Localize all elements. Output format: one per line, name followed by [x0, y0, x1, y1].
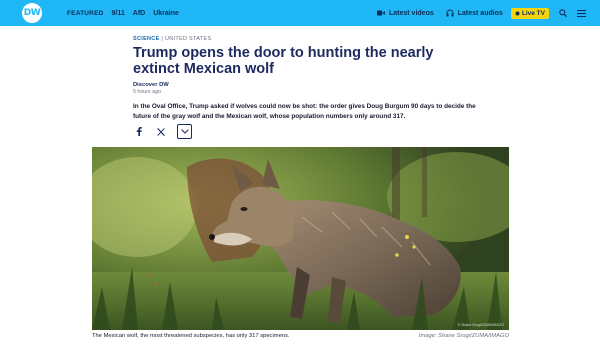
- share-x-button[interactable]: [155, 126, 167, 138]
- featured-label: FEATURED: [67, 9, 104, 17]
- article-timestamp: 5 hours ago: [133, 89, 161, 95]
- article-teaser: In the Oval Office, Trump asked if wolve…: [133, 103, 476, 120]
- featured-nav: FEATURED 9/11 AfD Ukraine: [67, 0, 179, 26]
- nav-link-ukraine[interactable]: Ukraine: [153, 10, 179, 17]
- menu-button[interactable]: [577, 9, 586, 17]
- nav-link-afd[interactable]: AfD: [133, 10, 145, 17]
- facebook-icon: [136, 127, 142, 136]
- hamburger-menu-icon: [577, 9, 586, 17]
- dw-logo[interactable]: DW: [22, 3, 42, 23]
- nav-link-9-11[interactable]: 9/11: [112, 10, 125, 17]
- logo-text: DW: [23, 8, 41, 18]
- article-headline: Trump opens the door to hunting the near…: [133, 45, 434, 77]
- x-icon: [157, 127, 165, 136]
- inline-image-credit: © Shane Srogi/ZUMA/IMAGO: [457, 323, 504, 327]
- live-tv-label: Live TV: [521, 9, 545, 17]
- category-link[interactable]: SCIENCE: [133, 36, 160, 42]
- share-more-button[interactable]: [177, 124, 192, 139]
- live-dot-icon: [515, 11, 520, 15]
- kicker: SCIENCE | UNITED STATES: [133, 36, 473, 42]
- live-tv-button[interactable]: Live TV: [510, 7, 549, 19]
- latest-audios-label: Latest audios: [457, 9, 503, 17]
- article-author[interactable]: Discover DW: [133, 82, 473, 88]
- wolf-illustration: [92, 147, 509, 330]
- search-button[interactable]: [559, 9, 567, 17]
- headphones-icon: [446, 9, 454, 17]
- nav-actions: Latest videos Latest audios Live TV: [365, 0, 586, 26]
- top-navigation-bar: DW FEATURED 9/11 AfD Ukraine Latest vide…: [0, 0, 600, 26]
- share-bar: [133, 124, 192, 139]
- image-caption-row: The Mexican wolf, the most threatened su…: [92, 333, 509, 339]
- latest-audios-link[interactable]: Latest audios: [446, 9, 503, 17]
- image-credit: Image: Shane Srogi/ZUMA/IMAGO: [418, 333, 509, 339]
- hero-image-wolf[interactable]: © Shane Srogi/ZUMA/IMAGO: [92, 147, 509, 330]
- video-camera-icon: [377, 10, 385, 16]
- search-icon: [559, 9, 567, 17]
- latest-videos-link[interactable]: Latest videos: [377, 10, 434, 17]
- chevron-down-icon: [180, 129, 189, 134]
- region-link[interactable]: UNITED STATES: [165, 36, 211, 42]
- latest-videos-label: Latest videos: [389, 9, 434, 17]
- image-caption: The Mexican wolf, the most threatened su…: [92, 333, 290, 339]
- article-header: SCIENCE | UNITED STATES Trump opens the …: [133, 36, 476, 122]
- share-facebook-button[interactable]: [133, 126, 145, 138]
